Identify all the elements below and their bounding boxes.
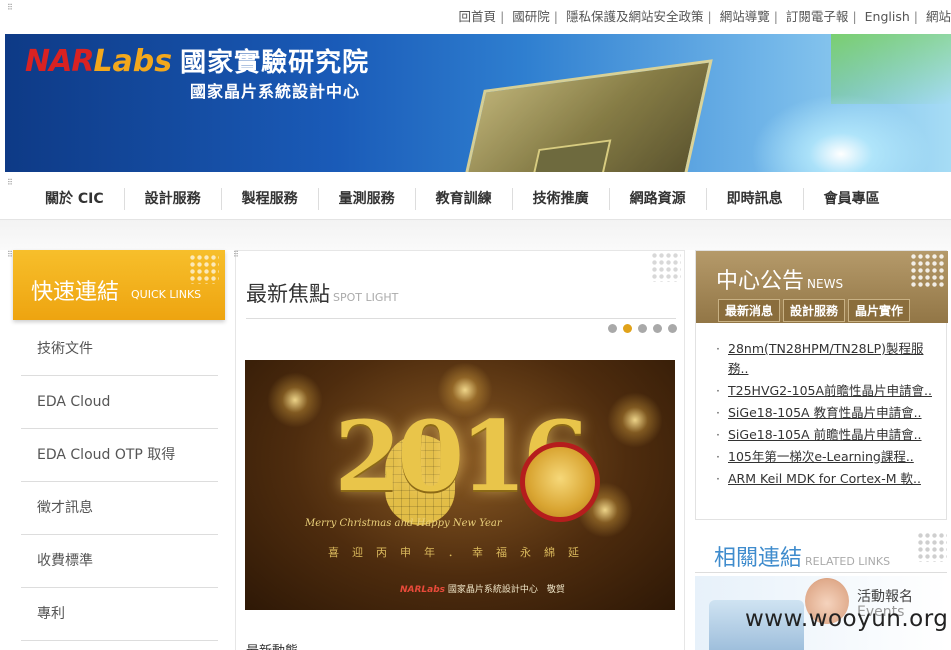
english-link[interactable]: English: [865, 9, 910, 24]
top-links: 回首頁 | 國研院 | 隱私保護及網站安全政策 | 網站導覽 | 訂閱電子報 | Engl…: [458, 9, 951, 24]
news-list: 28nm(TN28HPM/TN28LP)製程服務.. T25HVG2-105A前…: [714, 339, 940, 491]
monkey-icon: [520, 442, 600, 522]
newsletter-link[interactable]: 訂閱電子報: [786, 9, 849, 24]
nav-members[interactable]: 會員專區: [804, 188, 900, 210]
placeholder-mark-icon: ⠿: [7, 250, 13, 259]
logo-labs: Labs: [93, 44, 173, 79]
slide-pager: [608, 324, 677, 333]
news-subtitle: NEWS: [807, 277, 844, 291]
pager-dot[interactable]: [638, 324, 647, 333]
privacy-policy-link[interactable]: 隱私保護及網站安全政策: [566, 9, 704, 24]
dot-pattern-icon: [651, 252, 681, 282]
related-links-title: 相關連結 RELATED LINKS: [714, 546, 891, 571]
news-item: 105年第一梯次e-Learning課程..: [714, 447, 940, 467]
news-item: 28nm(TN28HPM/TN28LP)製程服務..: [714, 339, 940, 379]
placeholder-mark-icon: ⠿: [233, 250, 239, 259]
tab-chip-implementation[interactable]: 晶片實作: [848, 299, 911, 322]
nav-fabrication-services[interactable]: 製程服務: [222, 188, 319, 210]
narlabs-link[interactable]: 國研院: [512, 9, 550, 24]
news-item: T25HVG2-105A前瞻性晶片申請會..: [714, 381, 940, 401]
news-item: SiGe18-105A 教育性晶片申請會..: [714, 403, 940, 423]
news-item: SiGe18-105A 前瞻性晶片申請會..: [714, 425, 940, 445]
quick-links-subtitle: QUICK LINKS: [131, 288, 202, 301]
quick-link-eda-cloud-otp[interactable]: EDA Cloud OTP 取得: [21, 429, 218, 482]
main-nav-bar: ⠿ 關於 CIC 設計服務 製程服務 量測服務 教育訓練 技術推廣 網路資源 即…: [0, 172, 951, 220]
pager-dot[interactable]: [608, 324, 617, 333]
slide-year: 2016: [334, 400, 589, 513]
site-logo[interactable]: NAR Labs 國家實驗研究院: [25, 42, 369, 79]
greeting-slide[interactable]: 2016 Merry Christmas and Happy New Year …: [245, 360, 675, 610]
news-panel: 中心公告NEWS 最新消息 設計服務 晶片實作 28nm(TN28HPM/TN2…: [695, 248, 951, 650]
nav-testing-services[interactable]: 量測服務: [319, 188, 416, 210]
nav-about-cic[interactable]: 關於 CIC: [25, 188, 125, 210]
quick-link-tech-docs[interactable]: 技術文件: [21, 323, 218, 376]
news-title: 中心公告 NEWS: [716, 269, 844, 294]
news-tabs: 最新消息 設計服務 晶片實作: [718, 299, 911, 322]
spotlight-subtitle: SPOT LIGHT: [333, 291, 399, 304]
news-item: ARM Keil MDK for Cortex-M 軟..: [714, 469, 940, 489]
tab-design-services[interactable]: 設計服務: [783, 299, 846, 322]
sitemap-link[interactable]: 網站導覽: [720, 9, 770, 24]
pager-dot[interactable]: [653, 324, 662, 333]
related-links-subtitle: RELATED LINKS: [805, 555, 891, 568]
nav-news[interactable]: 即時訊息: [707, 188, 804, 210]
quick-link-patents[interactable]: 專利: [21, 588, 218, 641]
nav-training[interactable]: 教育訓練: [416, 188, 513, 210]
nav-web-resources[interactable]: 網路資源: [610, 188, 707, 210]
quick-link-eda-cloud[interactable]: EDA Cloud: [21, 376, 218, 429]
quick-link-jobs[interactable]: 徵才訊息: [21, 482, 218, 535]
quick-link-fees[interactable]: 收費標準: [21, 535, 218, 588]
quick-links-header: 快速連結 QUICK LINKS: [13, 250, 225, 320]
tab-latest-news[interactable]: 最新消息: [718, 299, 781, 322]
quick-links-panel: ⠿ 快速連結 QUICK LINKS 技術文件 EDA Cloud EDA Cl…: [5, 248, 230, 650]
watermark: www.wooyun.org: [745, 606, 949, 632]
dot-pattern-icon: [917, 532, 947, 562]
slide-blessing: 喜迎丙申年．幸福永綿延: [328, 546, 592, 559]
site-link[interactable]: 網站: [926, 9, 951, 24]
news-header: 中心公告 NEWS 最新消息 設計服務 晶片實作: [696, 251, 948, 323]
events-title: 活動報名: [857, 589, 913, 605]
next-section-title: 最新動態: [246, 640, 298, 650]
org-name: 國家實驗研究院: [180, 48, 370, 78]
pager-dot[interactable]: [668, 324, 677, 333]
spotlight-panel: ⠿ 最新焦點 SPOT LIGHT 2016 Merry Christmas an…: [233, 248, 685, 650]
pager-dot-active[interactable]: [623, 324, 632, 333]
placeholder-mark-icon: ⠿: [7, 3, 13, 12]
top-utility-bar: ⠿ 回首頁 | 國研院 | 隱私保護及網站安全政策 | 網站導覽 | 訂閱電子報 | En…: [0, 0, 951, 30]
quick-links-list: 技術文件 EDA Cloud EDA Cloud OTP 取得 徵才訊息 收費標…: [21, 323, 218, 641]
slide-signature: NARLabs 國家晶片系統設計中心 敬賀: [400, 585, 565, 595]
placeholder-mark-icon: ⠿: [7, 178, 13, 187]
news-box: 中心公告NEWS 最新消息 設計服務 晶片實作 28nm(TN28HPM/TN2…: [695, 250, 948, 520]
slide-greeting: Merry Christmas and Happy New Year: [305, 518, 502, 529]
main-nav: 關於 CIC 設計服務 製程服務 量測服務 教育訓練 技術推廣 網路資源 即時訊…: [25, 188, 900, 210]
dot-pattern-icon: [910, 253, 944, 287]
dot-pattern-icon: [189, 254, 219, 284]
spotlight-title: 最新焦點 SPOT LIGHT: [246, 282, 399, 306]
nav-design-services[interactable]: 設計服務: [125, 188, 222, 210]
quick-links-title: 快速連結: [31, 280, 120, 305]
nav-tech-promotion[interactable]: 技術推廣: [513, 188, 610, 210]
logo-nar: NAR: [25, 44, 94, 79]
center-name: 國家晶片系統設計中心: [190, 82, 361, 101]
home-link[interactable]: 回首頁: [459, 9, 497, 24]
